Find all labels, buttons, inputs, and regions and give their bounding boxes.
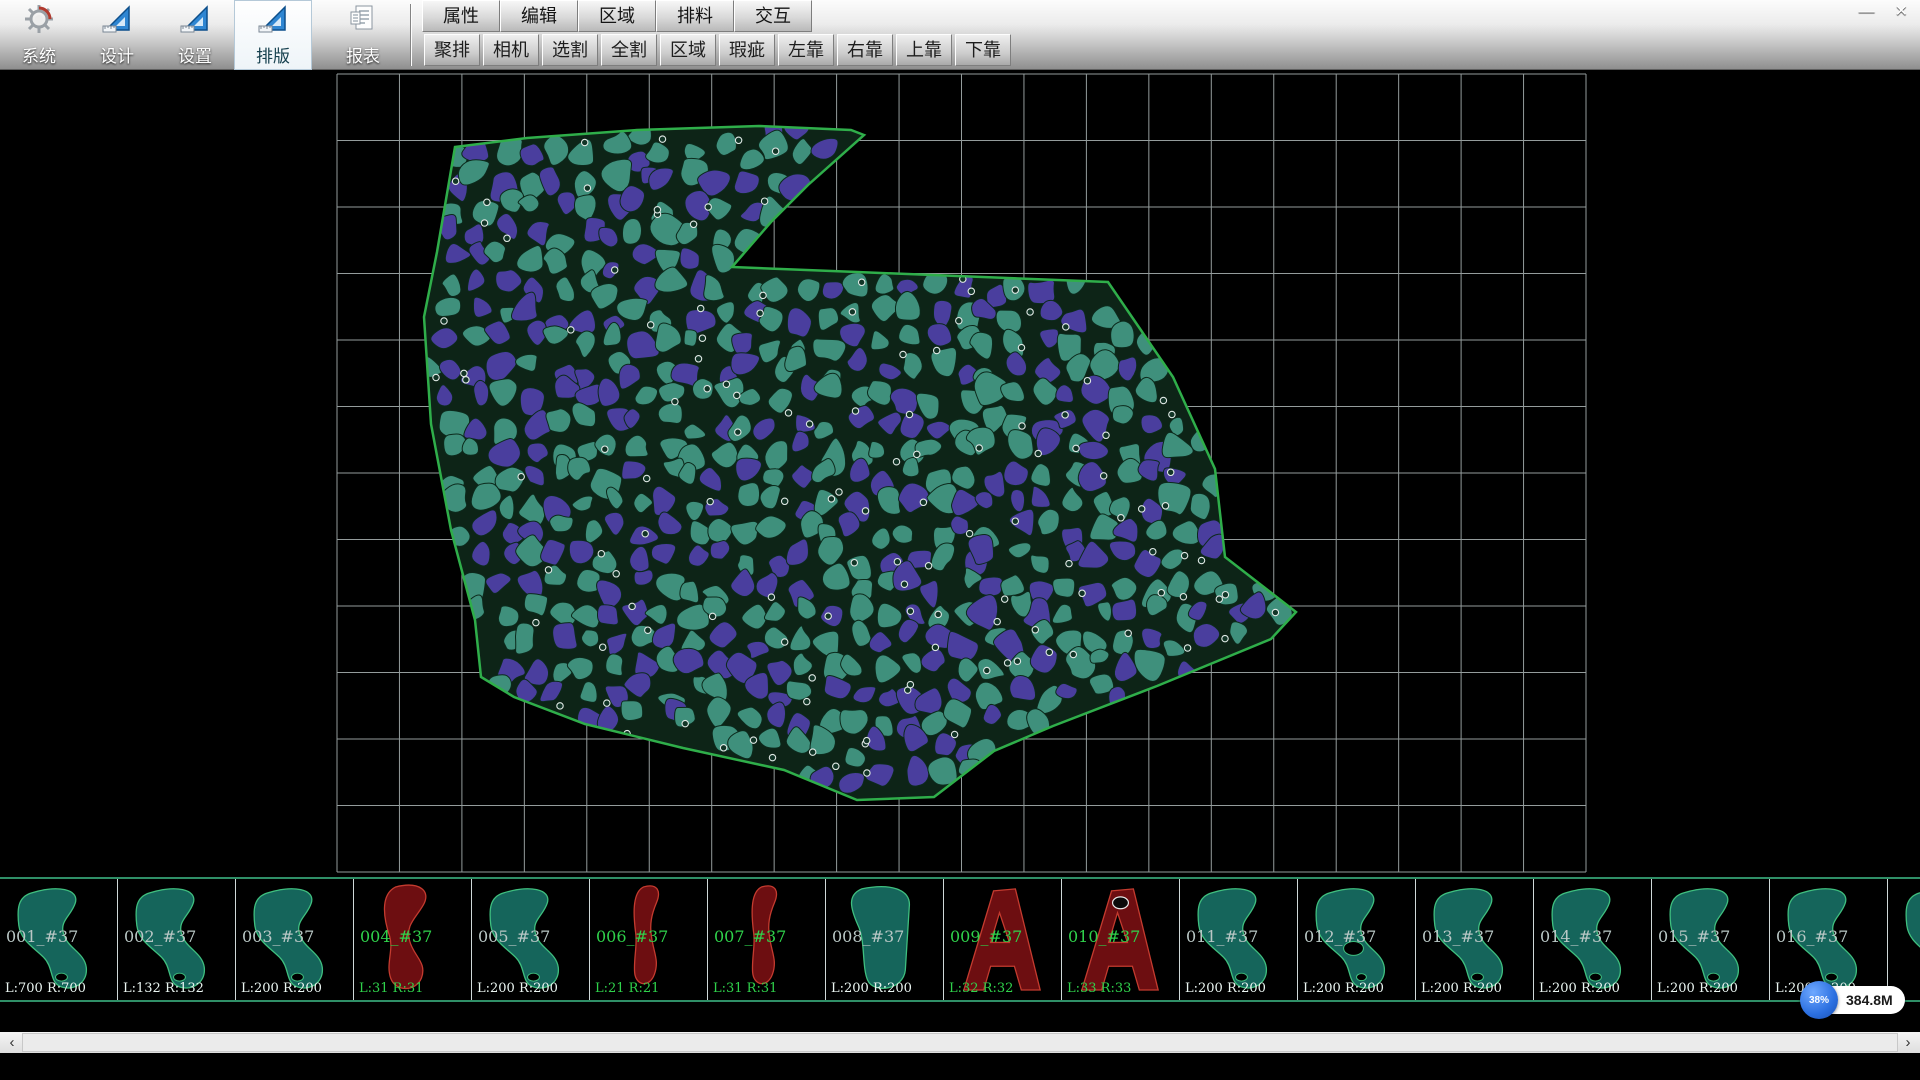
piece-counts: L:200 R:200 (1303, 981, 1384, 996)
piece-name: 012_#37 (1304, 927, 1376, 946)
piece-name: 010_#37 (1068, 927, 1140, 946)
piece-counts: L:700 R:700 (5, 981, 86, 996)
menu-tab-properties[interactable]: 属性 (422, 0, 500, 32)
tool-button-bar: 聚排相机选割全割区域瑕疵左靠右靠上靠下靠 (424, 34, 1011, 66)
tool-button-cluster-nest[interactable]: 聚排 (424, 34, 480, 66)
piece-name: 016_#37 (1776, 927, 1848, 946)
piece-counts: L:200 R:200 (1421, 981, 1502, 996)
piece-name: 005_#37 (478, 927, 550, 946)
piece-thumbnail-006_#37[interactable]: 006_#37 L:21 R:21 (590, 879, 708, 1000)
piece-counts: L:132 R:132 (123, 981, 204, 996)
ribbon-toolbar: 系统设计设置排版报表 属性编辑区域排料交互 聚排相机选割全割区域瑕疵左靠右靠上靠… (0, 0, 1920, 70)
piece-thumbnail-005_#37[interactable]: 005_#37 L:200 R:200 (472, 879, 590, 1000)
progress-circle: 38% (1800, 981, 1838, 1019)
scrollbar-thumb[interactable] (22, 1033, 1898, 1052)
piece-name: 001_#37 (6, 927, 78, 946)
nesting-drawing (0, 70, 1920, 877)
piece-counts: L:200 R:200 (831, 981, 912, 996)
app-button-report[interactable]: 报表 (324, 0, 402, 70)
piece-thumbnail-011_#37[interactable]: 011_#37 L:200 R:200 (1180, 879, 1298, 1000)
piece-name: 004_#37 (360, 927, 432, 946)
piece-name: 003_#37 (242, 927, 314, 946)
piece-counts: L:200 R:200 (477, 981, 558, 996)
tool-button-snap-right[interactable]: 右靠 (837, 34, 893, 66)
piece-counts: L:31 R:31 (359, 981, 423, 996)
piece-thumbnail-012_#37[interactable]: 012_#37 L:200 R:200 (1298, 879, 1416, 1000)
piece-counts: L:33 R:33 (1067, 981, 1131, 996)
set-square-icon (179, 3, 211, 40)
piece-shape (1888, 879, 1920, 1002)
piece-name: 015_#37 (1658, 927, 1730, 946)
minimize-icon[interactable]: — (1859, 2, 1875, 22)
piece-thumbnail-013_#37[interactable]: 013_#37 L:200 R:200 (1416, 879, 1534, 1000)
menu-tab-edit[interactable]: 编辑 (500, 0, 578, 32)
menu-tab-region[interactable]: 区域 (578, 0, 656, 32)
scroll-left-icon[interactable]: ‹ (2, 1032, 22, 1053)
piece-name: 002_#37 (124, 927, 196, 946)
menu-tab-bar: 属性编辑区域排料交互 (422, 0, 812, 32)
report-icon (347, 3, 379, 40)
menu-tab-nest[interactable]: 排料 (656, 0, 734, 32)
toolbar-divider (410, 4, 411, 66)
piece-thumbnail-014_#37[interactable]: 014_#37 L:200 R:200 (1534, 879, 1652, 1000)
app-button-label: 设置 (178, 42, 212, 67)
progress-percent: 38% (1809, 995, 1829, 1006)
piece-thumbnail-010_#37[interactable]: 010_#37 L:33 R:33 (1062, 879, 1180, 1000)
horizontal-scrollbar[interactable]: ‹ › (0, 1032, 1920, 1053)
window-controls: — ✕ (1859, 2, 1908, 22)
piece-thumbnail-015_#37[interactable]: 015_#37 L:200 R:200 (1652, 879, 1770, 1000)
tool-button-select-cut[interactable]: 选割 (542, 34, 598, 66)
piece-name: 013_#37 (1422, 927, 1494, 946)
set-square-icon (257, 3, 289, 40)
app-button-label: 系统 (22, 42, 56, 67)
piece-name: 008_#37 (832, 927, 904, 946)
piece-name: 006_#37 (596, 927, 668, 946)
app-button-settings[interactable]: 设置 (156, 0, 234, 70)
piece-thumbnail-007_#37[interactable]: 007_#37 L:31 R:31 (708, 879, 826, 1000)
piece-counts: L:31 R:31 (713, 981, 777, 996)
tool-button-cut-all[interactable]: 全割 (601, 34, 657, 66)
app-toolbar: 系统 设计 设置 排版 报表 (0, 0, 402, 70)
piece-thumbnail-pos-17[interactable] (1888, 879, 1920, 1000)
piece-counts: L:32 R:32 (949, 981, 1013, 996)
app-button-system[interactable]: 系统 (0, 0, 78, 70)
tool-button-snap-up[interactable]: 上靠 (896, 34, 952, 66)
piece-name: 009_#37 (950, 927, 1022, 946)
scroll-right-icon[interactable]: › (1898, 1032, 1918, 1053)
tool-button-snap-left[interactable]: 左靠 (778, 34, 834, 66)
app-button-nesting[interactable]: 排版 (234, 0, 312, 70)
piece-thumbnail-016_#37[interactable]: 016_#37L:200 R:200 (1770, 879, 1888, 1000)
set-square-icon (101, 3, 133, 40)
piece-counts: L:200 R:200 (1539, 981, 1620, 996)
piece-thumbnail-strip: 001_#37 L:700 R:700 002_#37 L:132 R:132 003_… (0, 877, 1920, 1002)
piece-counts: L:21 R:21 (595, 981, 659, 996)
piece-counts: L:200 R:200 (241, 981, 322, 996)
tool-button-snap-down[interactable]: 下靠 (955, 34, 1011, 66)
tool-button-defect[interactable]: 瑕疵 (719, 34, 775, 66)
piece-thumbnail-003_#37[interactable]: 003_#37 L:200 R:200 (236, 879, 354, 1000)
piece-thumbnail-001_#37[interactable]: 001_#37 L:700 R:700 (0, 879, 118, 1000)
piece-thumbnail-004_#37[interactable]: 004_#37 L:31 R:31 (354, 879, 472, 1000)
piece-thumbnail-008_#37[interactable]: 008_#37 L:200 R:200 (826, 879, 944, 1000)
tool-button-region[interactable]: 区域 (660, 34, 716, 66)
app-button-label: 设计 (100, 42, 134, 67)
piece-name: 011_#37 (1186, 927, 1258, 946)
menu-tab-interact[interactable]: 交互 (734, 0, 812, 32)
app-button-design[interactable]: 设计 (78, 0, 156, 70)
piece-name: 014_#37 (1540, 927, 1612, 946)
app-button-label: 报表 (346, 42, 380, 67)
piece-counts: L:200 R:200 (1185, 981, 1266, 996)
piece-thumbnail-002_#37[interactable]: 002_#37 L:132 R:132 (118, 879, 236, 1000)
gear-icon (23, 3, 55, 40)
app-button-label: 排版 (256, 42, 290, 67)
close-icon[interactable]: ✕ (1895, 2, 1908, 22)
piece-thumbnail-009_#37[interactable]: 009_#37 L:32 R:32 (944, 879, 1062, 1000)
nesting-canvas[interactable] (0, 70, 1920, 877)
tool-button-camera[interactable]: 相机 (483, 34, 539, 66)
piece-counts: L:200 R:200 (1657, 981, 1738, 996)
piece-name: 007_#37 (714, 927, 786, 946)
